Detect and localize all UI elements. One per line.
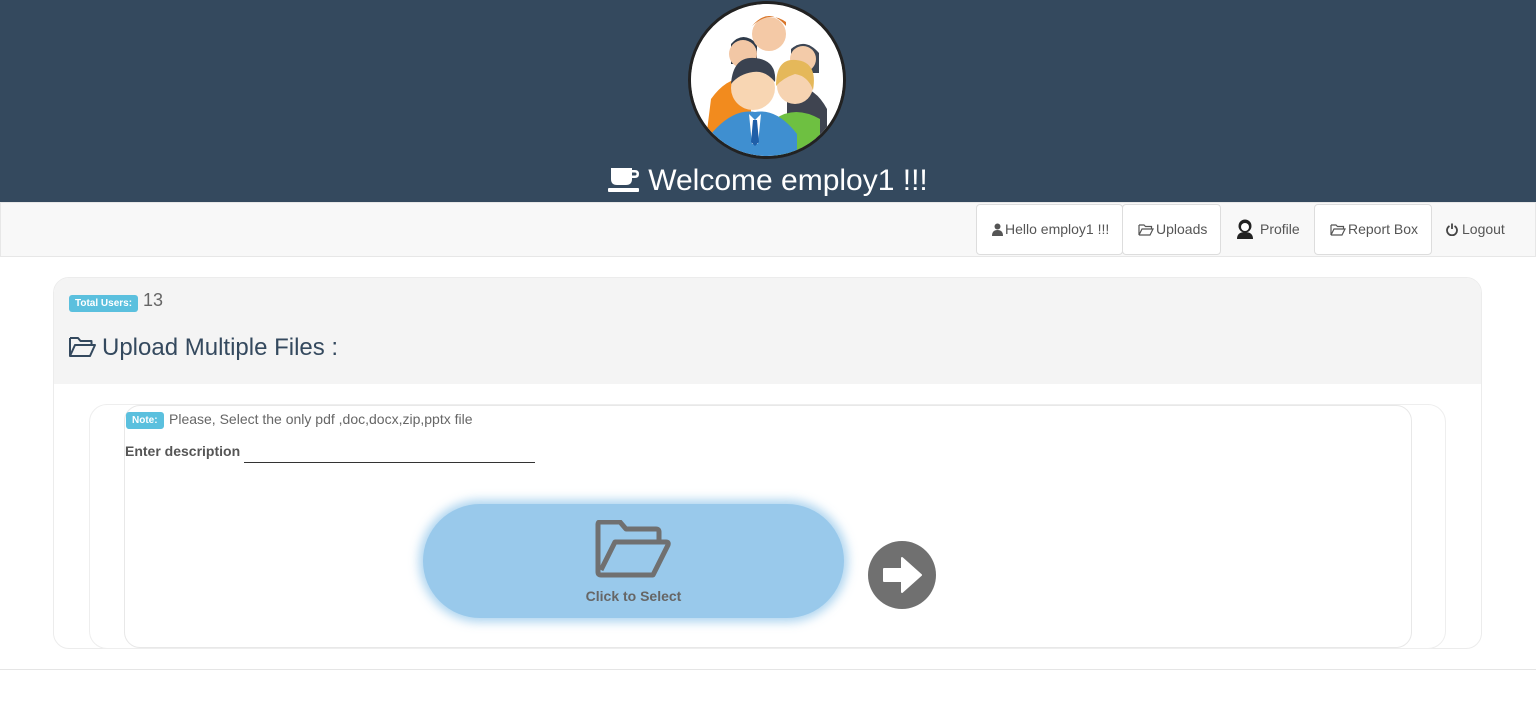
profile-avatar-icon xyxy=(1236,208,1254,261)
description-input[interactable] xyxy=(244,440,535,463)
nav-report-box[interactable]: Report Box xyxy=(1314,204,1432,255)
nav-profile-label: Profile xyxy=(1260,221,1300,237)
nav-hello-label: Hello employ1 !!! xyxy=(1005,221,1110,237)
total-users-value: 13 xyxy=(143,290,164,310)
folder-open-icon xyxy=(68,336,96,365)
note-badge: Note: xyxy=(126,412,164,429)
folder-open-icon xyxy=(595,519,671,583)
select-files-button[interactable]: Click to Select xyxy=(423,504,844,618)
description-label: Enter description xyxy=(125,443,241,459)
team-avatar xyxy=(688,1,846,159)
nav-logout-label: Logout xyxy=(1462,221,1505,237)
welcome-text: Welcome employ1 !!! xyxy=(648,164,928,197)
upload-title: Upload Multiple Files : xyxy=(68,334,338,365)
select-files-label: Click to Select xyxy=(585,588,682,604)
header: Welcome employ1 !!! xyxy=(0,0,1536,202)
user-icon xyxy=(992,207,1003,256)
nav-profile[interactable]: Profile xyxy=(1220,203,1315,256)
navbar: Hello employ1 !!! Uploads Profile Report… xyxy=(0,202,1536,257)
total-users-badge: Total Users: xyxy=(69,295,139,312)
panel-header: Total Users: 13 Upload Multiple Files : xyxy=(54,278,1481,384)
nav-hello[interactable]: Hello employ1 !!! xyxy=(976,204,1123,255)
arrow-right-circle-icon xyxy=(883,557,922,593)
nav-uploads[interactable]: Uploads xyxy=(1122,204,1221,255)
note-text: Please, Select the only pdf ,doc,docx,zi… xyxy=(169,411,473,427)
folder-open-icon xyxy=(1138,207,1154,256)
submit-upload-button[interactable] xyxy=(868,541,936,609)
nav-report-box-label: Report Box xyxy=(1348,221,1419,237)
welcome-heading: Welcome employ1 !!! xyxy=(0,163,1536,202)
upload-title-text: Upload Multiple Files : xyxy=(102,334,339,361)
footer-divider xyxy=(0,669,1536,670)
power-icon xyxy=(1446,205,1458,258)
folder-open-icon xyxy=(1330,207,1346,256)
nav-logout[interactable]: Logout xyxy=(1431,203,1523,256)
nav-uploads-label: Uploads xyxy=(1156,221,1208,237)
coffee-cup-icon xyxy=(608,166,640,202)
